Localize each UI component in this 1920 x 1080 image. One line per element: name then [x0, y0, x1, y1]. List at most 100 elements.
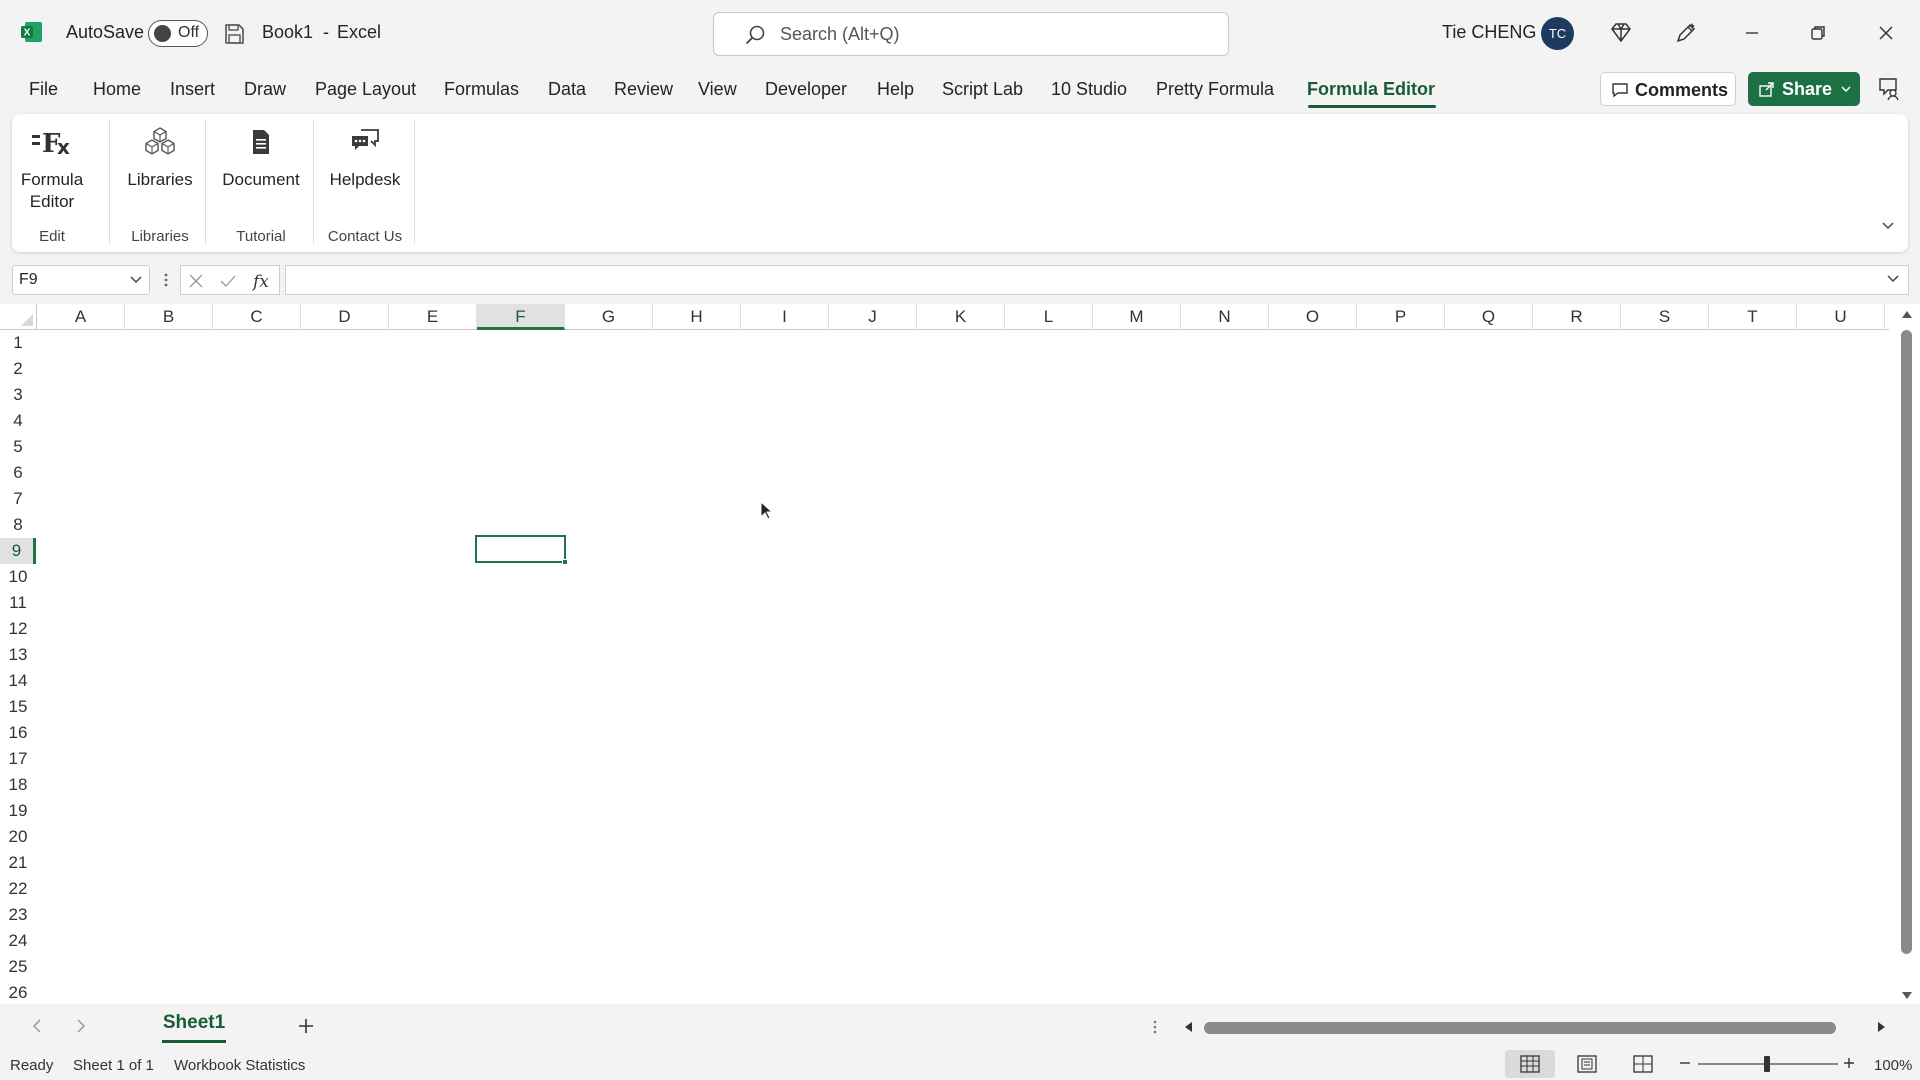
scroll-left-icon[interactable]: [1182, 1020, 1194, 1034]
row-header-5[interactable]: 5: [0, 434, 36, 460]
row-header-18[interactable]: 18: [0, 772, 36, 798]
save-icon[interactable]: [222, 22, 246, 46]
column-header-d[interactable]: D: [301, 304, 389, 330]
row-header-20[interactable]: 20: [0, 824, 36, 850]
row-header-21[interactable]: 21: [0, 850, 36, 876]
row-header-2[interactable]: 2: [0, 356, 36, 382]
row-header-22[interactable]: 22: [0, 876, 36, 902]
restore-icon[interactable]: [1803, 18, 1833, 48]
avatar[interactable]: TC: [1541, 17, 1574, 50]
document-button[interactable]: Document: [215, 126, 307, 191]
tab-home[interactable]: Home: [93, 79, 141, 100]
column-header-j[interactable]: J: [829, 304, 917, 330]
splitter-handle-icon[interactable]: [1150, 1018, 1160, 1036]
expand-formula-bar-icon[interactable]: [1886, 274, 1900, 284]
tab-view[interactable]: View: [698, 79, 737, 100]
pen-icon[interactable]: [1673, 20, 1699, 46]
column-header-s[interactable]: S: [1621, 304, 1709, 330]
column-header-t[interactable]: T: [1709, 304, 1797, 330]
row-header-12[interactable]: 12: [0, 616, 36, 642]
chevron-down-icon[interactable]: [1840, 84, 1852, 94]
tab-developer[interactable]: Developer: [765, 79, 847, 100]
column-header-p[interactable]: P: [1357, 304, 1445, 330]
cancel-icon[interactable]: [187, 272, 205, 290]
row-header-15[interactable]: 15: [0, 694, 36, 720]
tab-draw[interactable]: Draw: [244, 79, 286, 100]
spreadsheet-grid[interactable]: ABCDEFGHIJKLMNOPQRSTU 1 2 3 4 5 6 7 8 9 10 11 12 13 1…: [0, 304, 1920, 1004]
column-header-f[interactable]: F: [477, 304, 565, 330]
insert-function-icon[interactable]: fx: [251, 270, 273, 292]
scroll-up-icon[interactable]: [1900, 308, 1914, 320]
row-header-25[interactable]: 25: [0, 954, 36, 980]
column-header-a[interactable]: A: [37, 304, 125, 330]
tab-file[interactable]: File: [29, 79, 58, 100]
fill-handle[interactable]: [562, 559, 568, 565]
search-box[interactable]: Search (Alt+Q): [713, 12, 1229, 56]
column-header-r[interactable]: R: [1533, 304, 1621, 330]
horizontal-scroll-thumb[interactable]: [1204, 1022, 1836, 1034]
vertical-scroll-thumb[interactable]: [1901, 330, 1912, 954]
enter-check-icon[interactable]: [219, 272, 237, 290]
row-header-14[interactable]: 14: [0, 668, 36, 694]
column-header-k[interactable]: K: [917, 304, 1005, 330]
tab-10-studio[interactable]: 10 Studio: [1051, 79, 1127, 100]
row-header-16[interactable]: 16: [0, 720, 36, 746]
row-header-24[interactable]: 24: [0, 928, 36, 954]
row-header-10[interactable]: 10: [0, 564, 36, 590]
close-icon[interactable]: [1871, 18, 1901, 48]
minimize-icon[interactable]: [1737, 18, 1767, 48]
select-all-corner[interactable]: [0, 304, 37, 330]
row-header-7[interactable]: 7: [0, 486, 36, 512]
helpdesk-button[interactable]: Helpdesk: [322, 126, 408, 191]
tab-data[interactable]: Data: [548, 79, 586, 100]
column-header-b[interactable]: B: [125, 304, 213, 330]
page-layout-view-button[interactable]: [1562, 1050, 1612, 1078]
page-break-view-button[interactable]: [1618, 1050, 1668, 1078]
collapse-ribbon-icon[interactable]: [1880, 220, 1896, 232]
formula-input[interactable]: [285, 265, 1909, 295]
column-header-g[interactable]: G: [565, 304, 653, 330]
tab-insert[interactable]: Insert: [170, 79, 215, 100]
formula-editor-button[interactable]: F x Formula Editor: [20, 126, 84, 213]
row-header-13[interactable]: 13: [0, 642, 36, 668]
vertical-scrollbar[interactable]: [1893, 304, 1920, 1004]
row-header-3[interactable]: 3: [0, 382, 36, 408]
column-header-n[interactable]: N: [1181, 304, 1269, 330]
comments-button[interactable]: Comments: [1600, 72, 1736, 106]
tab-review[interactable]: Review: [614, 79, 673, 100]
row-header-11[interactable]: 11: [0, 590, 36, 616]
zoom-level[interactable]: 100%: [1874, 1057, 1912, 1074]
zoom-in-icon[interactable]: [1842, 1056, 1856, 1070]
row-header-8[interactable]: 8: [0, 512, 36, 538]
row-header-17[interactable]: 17: [0, 746, 36, 772]
row-header-9[interactable]: 9: [0, 538, 36, 564]
add-sheet-icon[interactable]: [296, 1016, 316, 1036]
coauthor-icon[interactable]: [1876, 76, 1902, 102]
libraries-button[interactable]: Libraries: [120, 126, 200, 191]
tab-page-layout[interactable]: Page Layout: [315, 79, 416, 100]
column-header-m[interactable]: M: [1093, 304, 1181, 330]
zoom-slider-thumb[interactable]: [1764, 1056, 1770, 1072]
scroll-right-icon[interactable]: [1876, 1020, 1888, 1034]
tab-pretty-formula[interactable]: Pretty Formula: [1156, 79, 1274, 100]
workbook-statistics[interactable]: Workbook Statistics: [174, 1057, 305, 1074]
name-box[interactable]: F9: [12, 265, 150, 295]
chevron-right-icon[interactable]: [74, 1018, 88, 1034]
tab-formulas[interactable]: Formulas: [444, 79, 519, 100]
column-header-e[interactable]: E: [389, 304, 477, 330]
more-options-icon[interactable]: [160, 270, 172, 290]
column-header-o[interactable]: O: [1269, 304, 1357, 330]
column-header-q[interactable]: Q: [1445, 304, 1533, 330]
row-header-4[interactable]: 4: [0, 408, 36, 434]
sheet-tab-sheet1[interactable]: Sheet1: [150, 1012, 238, 1040]
normal-view-button[interactable]: [1505, 1050, 1555, 1078]
tab-help[interactable]: Help: [877, 79, 914, 100]
row-header-23[interactable]: 23: [0, 902, 36, 928]
chevron-down-icon[interactable]: [129, 275, 143, 285]
row-header-26[interactable]: 26: [0, 980, 36, 1006]
chevron-left-icon[interactable]: [30, 1018, 44, 1034]
autosave-toggle[interactable]: Off: [148, 20, 208, 47]
row-header-1[interactable]: 1: [0, 330, 36, 356]
row-header-6[interactable]: 6: [0, 460, 36, 486]
column-header-c[interactable]: C: [213, 304, 301, 330]
